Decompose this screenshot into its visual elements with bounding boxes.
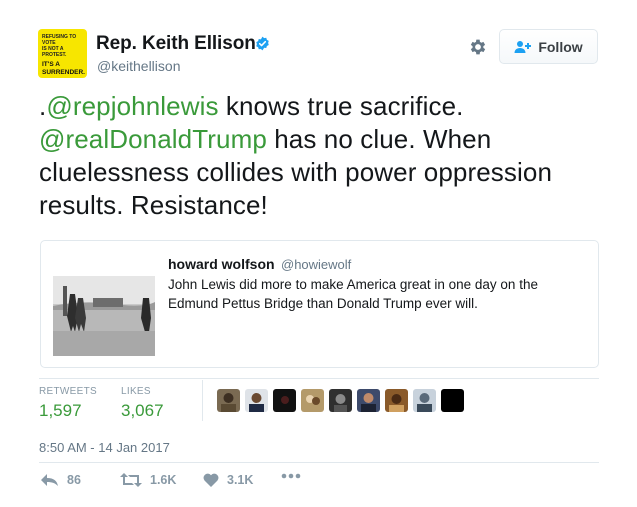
retweet-button[interactable]: 1.6K [120, 473, 176, 487]
historic-photo-image [53, 276, 155, 356]
follow-person-icon [514, 40, 532, 53]
retweets-count: 1,597 [39, 401, 82, 420]
liker-avatar[interactable] [357, 389, 380, 412]
like-count: 3.1K [227, 473, 254, 487]
like-button[interactable]: 3.1K [203, 473, 253, 487]
likes-label: LIKES [121, 386, 151, 397]
divider [202, 380, 203, 421]
likes-stat[interactable]: LIKES 3,067 [121, 386, 164, 421]
divider [39, 462, 599, 463]
tweet-timestamp[interactable]: 8:50 AM - 14 Jan 2017 [39, 440, 170, 455]
quoted-tweet-text: John Lewis did more to make America grea… [168, 277, 538, 311]
reply-count: 86 [67, 473, 81, 487]
avatar-text-line1: REFUSING TO VOTE [42, 34, 77, 46]
liker-avatar[interactable] [217, 389, 240, 412]
likes-count: 3,067 [121, 401, 164, 420]
liker-avatar[interactable] [273, 389, 296, 412]
author-avatar[interactable]: REFUSING TO VOTE IS NOT A PROTEST. IT'S … [38, 29, 87, 78]
reply-icon [41, 474, 58, 486]
more-button[interactable] [281, 473, 301, 479]
liker-avatars [217, 389, 464, 412]
quoted-tweet-photo[interactable] [53, 276, 155, 356]
reply-button[interactable]: 86 [40, 473, 81, 487]
quoted-author-name[interactable]: howard wolfson [168, 256, 275, 272]
avatar-text-line2: IS NOT A PROTEST. [42, 46, 67, 58]
retweet-icon [120, 473, 142, 487]
quoted-author-handle[interactable]: @howiewolf [281, 257, 351, 272]
avatar-text-line3: IT'S A [42, 61, 60, 68]
follow-button-label: Follow [538, 38, 583, 55]
quoted-tweet[interactable]: howard wolfson @howiewolf John Lewis did… [40, 240, 599, 368]
retweet-count: 1.6K [150, 473, 177, 487]
tweet-text-part1: knows true sacrifice. [218, 91, 464, 121]
retweets-label: RETWEETS [39, 386, 97, 397]
heart-icon [203, 473, 219, 487]
follow-button[interactable]: Follow [499, 29, 598, 64]
liker-avatar[interactable] [413, 389, 436, 412]
liker-avatar[interactable] [385, 389, 408, 412]
liker-avatar[interactable] [329, 389, 352, 412]
liker-avatar[interactable] [301, 389, 324, 412]
gear-icon[interactable] [468, 37, 488, 57]
avatar-text-line4: SURRENDER. [42, 68, 85, 76]
verified-badge-icon [256, 36, 269, 51]
liker-avatar[interactable] [441, 389, 464, 412]
liker-avatar[interactable] [245, 389, 268, 412]
retweets-stat[interactable]: RETWEETS 1,597 [39, 386, 97, 421]
tweet-text: .@repjohnlewis knows true sacrifice. @re… [39, 90, 599, 222]
author-handle[interactable]: @keithellison [97, 58, 180, 74]
divider [39, 378, 599, 379]
more-dots-icon [281, 473, 301, 479]
author-name[interactable]: Rep. Keith Ellison [96, 33, 256, 55]
mention-repjohnlewis[interactable]: @repjohnlewis [46, 91, 218, 121]
mention-realdonaldtrump[interactable]: @realDonaldTrump [39, 124, 267, 154]
